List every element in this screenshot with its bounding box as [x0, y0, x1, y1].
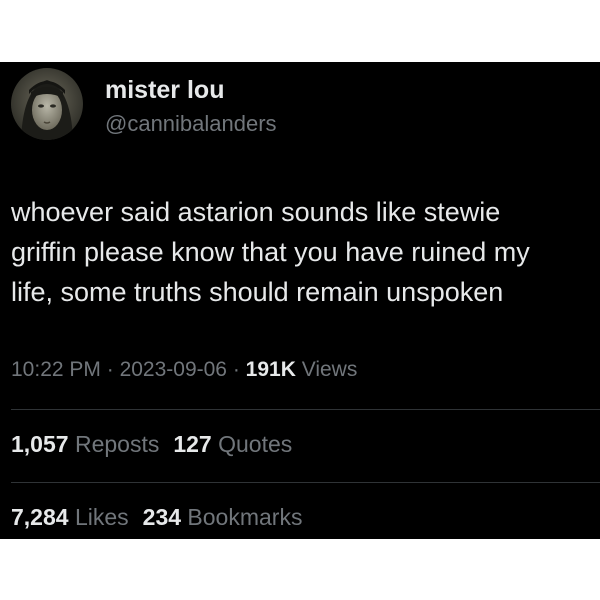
likes-label: Likes: [74, 504, 129, 530]
bookmarks-label: Bookmarks: [187, 504, 303, 530]
post-text: whoever said astarion sounds like stewie…: [11, 197, 530, 307]
views-count: 191K: [245, 358, 296, 381]
author-handle[interactable]: @cannibalanders: [105, 111, 277, 137]
quotes-label: Quotes: [218, 431, 293, 457]
user-avatar-icon[interactable]: [11, 68, 83, 140]
author-display-name[interactable]: mister lou: [105, 76, 224, 105]
post-date[interactable]: 2023-09-06: [120, 358, 227, 381]
quotes-stat[interactable]: 127 Quotes: [173, 431, 292, 458]
engagement-row-reposts-quotes: 1,057 Reposts 127 Quotes: [11, 431, 306, 458]
reposts-count: 1,057: [11, 431, 69, 457]
tweet-card: mister lou @cannibalanders whoever said …: [0, 62, 600, 539]
bookmarks-count: 234: [142, 504, 182, 530]
post-meta: 10:22 PM · 2023-09-06 · 191K Views: [11, 358, 357, 382]
meta-separator: ·: [100, 358, 120, 381]
post-time[interactable]: 10:22 PM: [11, 358, 101, 381]
meta-separator: ·: [226, 358, 246, 381]
divider: [11, 409, 600, 410]
views-label: Views: [301, 358, 358, 381]
likes-stat[interactable]: 7,284 Likes: [11, 504, 129, 531]
reposts-label: Reposts: [74, 431, 160, 457]
avatar-portrait-icon: [11, 68, 83, 140]
quotes-count: 127: [173, 431, 212, 457]
bookmarks-stat[interactable]: 234 Bookmarks: [143, 504, 303, 531]
divider: [11, 482, 600, 483]
likes-count: 7,284: [11, 504, 69, 530]
engagement-row-likes-bookmarks: 7,284 Likes 234 Bookmarks: [11, 504, 316, 531]
reposts-stat[interactable]: 1,057 Reposts: [11, 431, 159, 458]
